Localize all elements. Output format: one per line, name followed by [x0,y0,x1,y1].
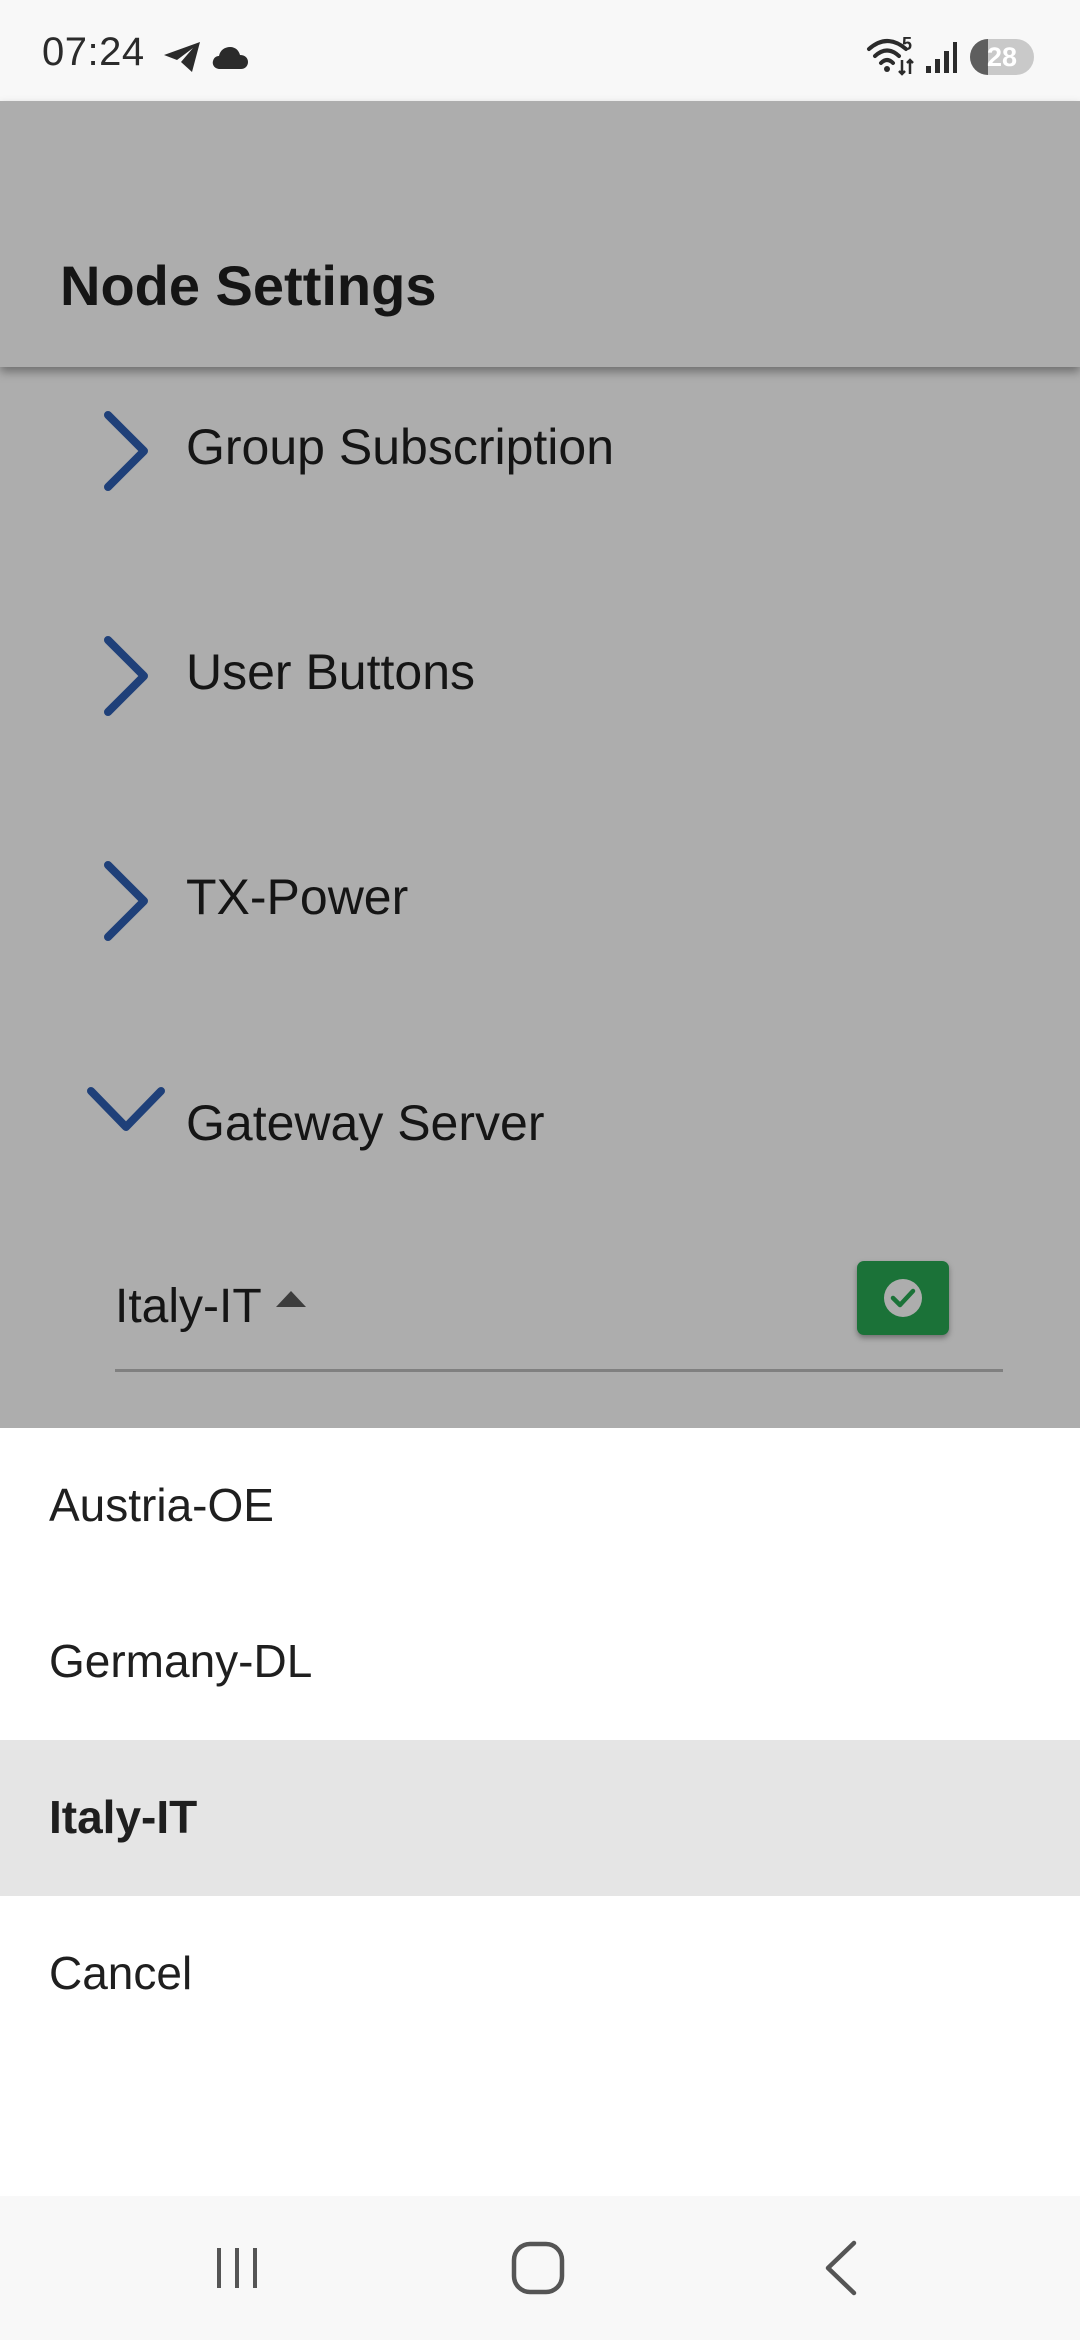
option-label: Austria-OE [49,1479,274,1531]
cancel-label: Cancel [49,1947,193,1999]
option-italy-it[interactable]: Italy-IT [0,1740,1080,1896]
cancel-button[interactable]: Cancel [0,1896,1080,2052]
status-time: 07:24 [42,30,145,74]
system-navigation-bar [0,2196,1080,2340]
modal-scrim[interactable] [0,101,1080,1428]
option-label: Italy-IT [49,1791,198,1843]
gateway-options-sheet: Austria-OE Germany-DL Italy-IT Cancel [0,1428,1080,2196]
battery-level: 28 [986,42,1018,72]
recents-button[interactable] [137,2196,337,2340]
battery-icon: 28 [970,39,1034,75]
cloud-icon [211,44,249,75]
home-icon [511,2241,565,2295]
home-button[interactable] [438,2196,638,2340]
wifi-badge: 5 [902,34,913,54]
back-button[interactable] [741,2196,941,2340]
option-germany-dl[interactable]: Germany-DL [0,1584,1080,1740]
option-label: Germany-DL [49,1635,313,1687]
back-icon [825,2240,857,2296]
status-bar: 07:24 5 28 [0,0,1080,101]
signal-icon [924,40,958,79]
option-austria-oe[interactable]: Austria-OE [0,1428,1080,1584]
recents-icon [217,2248,257,2288]
telegram-icon [162,40,202,79]
